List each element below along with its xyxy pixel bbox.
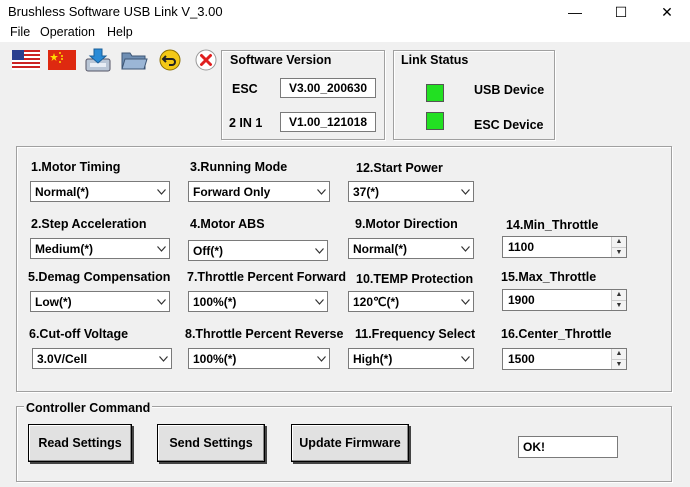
download-icon[interactable] [84,46,112,74]
demag-compensation-select[interactable]: Low(*) [30,291,170,312]
china-flag-icon[interactable] [48,46,76,74]
throttle-forward-select[interactable]: 100%(*) [188,291,328,312]
close-window-button[interactable]: ✕ [644,0,690,24]
throttle-forward-label: 7.Throttle Percent Forward [187,270,347,284]
chevron-down-icon [457,245,473,252]
demag-compensation-value: Low(*) [35,294,72,309]
throttle-reverse-label: 8.Throttle Percent Reverse [185,327,344,341]
chevron-down-icon [313,355,329,362]
menu-operation[interactable]: Operation [40,25,95,39]
usb-device-led [426,84,444,102]
demag-compensation-label: 5.Demag Compensation [28,270,171,284]
cutoff-voltage-label: 6.Cut-off Voltage [29,327,129,341]
running-mode-value: Forward Only [193,184,271,199]
chevron-down-icon [311,247,327,254]
cutoff-voltage-value: 3.0V/Cell [37,351,88,366]
start-power-label: 12.Start Power [356,161,443,175]
frequency-select-label: 11.Frequency Select [355,327,476,341]
title-bar: Brushless Software USB Link V_3.00 — ☐ ✕ [0,0,690,24]
temp-protection-label: 10.TEMP Protection [356,272,474,286]
running-mode-select[interactable]: Forward Only [188,181,330,202]
motor-timing-label: 1.Motor Timing [31,160,121,174]
motor-timing-value: Normal(*) [35,184,90,199]
motor-timing-select[interactable]: Normal(*) [30,181,170,202]
throttle-reverse-value: 100%(*) [193,351,237,366]
twoinone-version-label: 2 IN 1 [229,116,263,130]
chevron-down-icon [313,188,329,195]
motor-abs-value: Off(*) [193,243,223,258]
step-acceleration-label: 2.Step Acceleration [31,217,147,231]
motor-abs-select[interactable]: Off(*) [188,240,328,261]
menu-help[interactable]: Help [107,25,133,39]
minimize-button[interactable]: — [552,0,598,24]
cutoff-voltage-select[interactable]: 3.0V/Cell [32,348,172,369]
maximize-button[interactable]: ☐ [598,0,644,24]
temp-protection-value: 120℃(*) [353,294,400,309]
chevron-down-icon [153,188,169,195]
esc-device-led [426,112,444,130]
status-readout: OK! [518,436,618,458]
step-acceleration-value: Medium(*) [35,241,93,256]
throttle-reverse-select[interactable]: 100%(*) [188,348,330,369]
center-throttle-value: 1500 [508,352,535,366]
throttle-forward-value: 100%(*) [193,294,237,309]
undo-icon[interactable] [156,46,184,74]
chevron-down-icon [153,245,169,252]
start-power-value: 37(*) [353,184,380,199]
chevron-down-icon [311,298,327,305]
chevron-down-icon [457,188,473,195]
folder-open-icon[interactable] [120,46,148,74]
motor-abs-label: 4.Motor ABS [190,217,265,231]
max-throttle-label: 15.Max_Throttle [501,270,597,284]
spin-down-icon[interactable]: ▼ [612,358,626,369]
chevron-down-icon [457,355,473,362]
software-version-title: Software Version [230,53,332,67]
center-throttle-label: 16.Center_Throttle [501,327,612,341]
esc-device-label: ESC Device [474,118,544,132]
frequency-select-select[interactable]: High(*) [348,348,474,369]
twoinone-version-value: V1.00_121018 [280,112,376,132]
motor-direction-value: Normal(*) [353,241,408,256]
spin-up-icon[interactable]: ▲ [612,237,626,247]
us-flag-icon[interactable] [12,46,40,74]
spin-down-icon[interactable]: ▼ [612,299,626,310]
temp-protection-select[interactable]: 120℃(*) [348,291,474,312]
chevron-down-icon [457,298,473,305]
spin-up-icon[interactable]: ▲ [612,290,626,300]
min-throttle-value: 1100 [508,240,535,254]
chevron-down-icon [153,298,169,305]
menu-bar: File Operation Help [0,24,690,42]
controller-command-title: Controller Command [24,401,153,415]
update-firmware-button[interactable]: Update Firmware [291,424,409,462]
center-throttle-spinbox[interactable]: 1500 ▲ ▼ [502,348,627,370]
usb-device-label: USB Device [474,83,545,97]
max-throttle-spinbox[interactable]: 1900 ▲ ▼ [502,289,627,311]
read-settings-button[interactable]: Read Settings [28,424,132,462]
min-throttle-spinbox[interactable]: 1100 ▲ ▼ [502,236,627,258]
esc-version-label: ESC [232,82,258,96]
start-power-select[interactable]: 37(*) [348,181,474,202]
esc-version-value: V3.00_200630 [280,78,376,98]
window-title: Brushless Software USB Link V_3.00 [8,4,223,19]
min-throttle-label: 14.Min_Throttle [506,218,599,232]
link-status-title: Link Status [401,53,469,67]
motor-direction-label: 9.Motor Direction [355,217,458,231]
close-icon[interactable] [192,46,220,74]
menu-file[interactable]: File [10,25,30,39]
step-acceleration-select[interactable]: Medium(*) [30,238,170,259]
spin-up-icon[interactable]: ▲ [612,349,626,359]
motor-direction-select[interactable]: Normal(*) [348,238,474,259]
running-mode-label: 3.Running Mode [190,160,288,174]
chevron-down-icon [155,355,171,362]
spin-down-icon[interactable]: ▼ [612,246,626,257]
send-settings-button[interactable]: Send Settings [157,424,265,462]
max-throttle-value: 1900 [508,293,535,307]
frequency-select-value: High(*) [353,351,393,366]
